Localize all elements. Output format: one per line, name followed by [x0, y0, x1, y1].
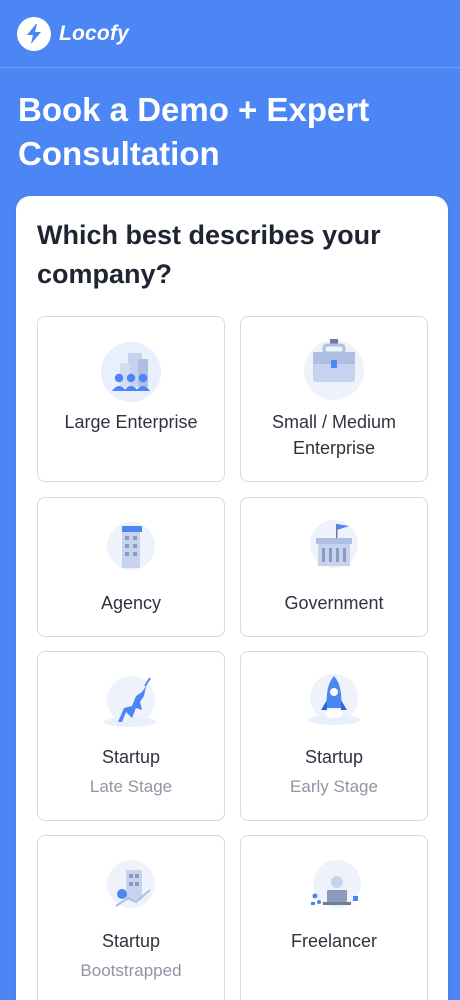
- office-team-icon: [98, 339, 164, 405]
- app-header: Locofy: [0, 0, 460, 68]
- option-label: Startup: [101, 931, 161, 951]
- option-sublabel: Bootstrapped: [80, 961, 182, 980]
- company-type-card: Which best describes your company? Large…: [16, 196, 448, 1000]
- brand-name[interactable]: Locofy: [59, 22, 129, 46]
- rocket-icon: [301, 670, 367, 736]
- briefcase-icon: [301, 335, 367, 401]
- option-label: Agency: [100, 593, 162, 613]
- option-startup-early-stage[interactable]: Startup Early Stage: [240, 651, 428, 821]
- option-label: Government: [284, 593, 384, 613]
- unicorn-icon: [98, 672, 164, 738]
- option-government[interactable]: Government: [240, 497, 428, 637]
- option-startup-late-stage[interactable]: Startup Late Stage: [37, 651, 225, 821]
- option-freelancer[interactable]: Freelancer: [240, 835, 428, 1000]
- laptop-person-icon: [301, 856, 367, 922]
- lightning-bolt-icon[interactable]: [17, 16, 51, 51]
- option-startup-bootstrapped[interactable]: Startup Bootstrapped: [37, 835, 225, 1000]
- building-flag-icon: [98, 518, 164, 584]
- option-agency[interactable]: Agency: [37, 497, 225, 637]
- page-title: Book a Demo + Expert Consultation: [18, 91, 370, 172]
- growth-building-icon: [98, 856, 164, 922]
- option-label: Large Enterprise: [64, 412, 198, 432]
- company-type-question: Which best describes your company?: [37, 220, 381, 289]
- option-label: Startup: [101, 747, 161, 767]
- option-sublabel: Late Stage: [89, 777, 173, 796]
- option-label: Small / Medium Enterprise: [271, 412, 397, 458]
- option-label: Freelancer: [290, 931, 378, 951]
- option-small-medium-enterprise[interactable]: Small / Medium Enterprise: [240, 316, 428, 482]
- government-building-icon: [301, 518, 367, 584]
- option-label: Startup: [304, 747, 364, 767]
- option-sublabel: Early Stage: [290, 777, 378, 796]
- option-large-enterprise[interactable]: Large Enterprise: [37, 316, 225, 482]
